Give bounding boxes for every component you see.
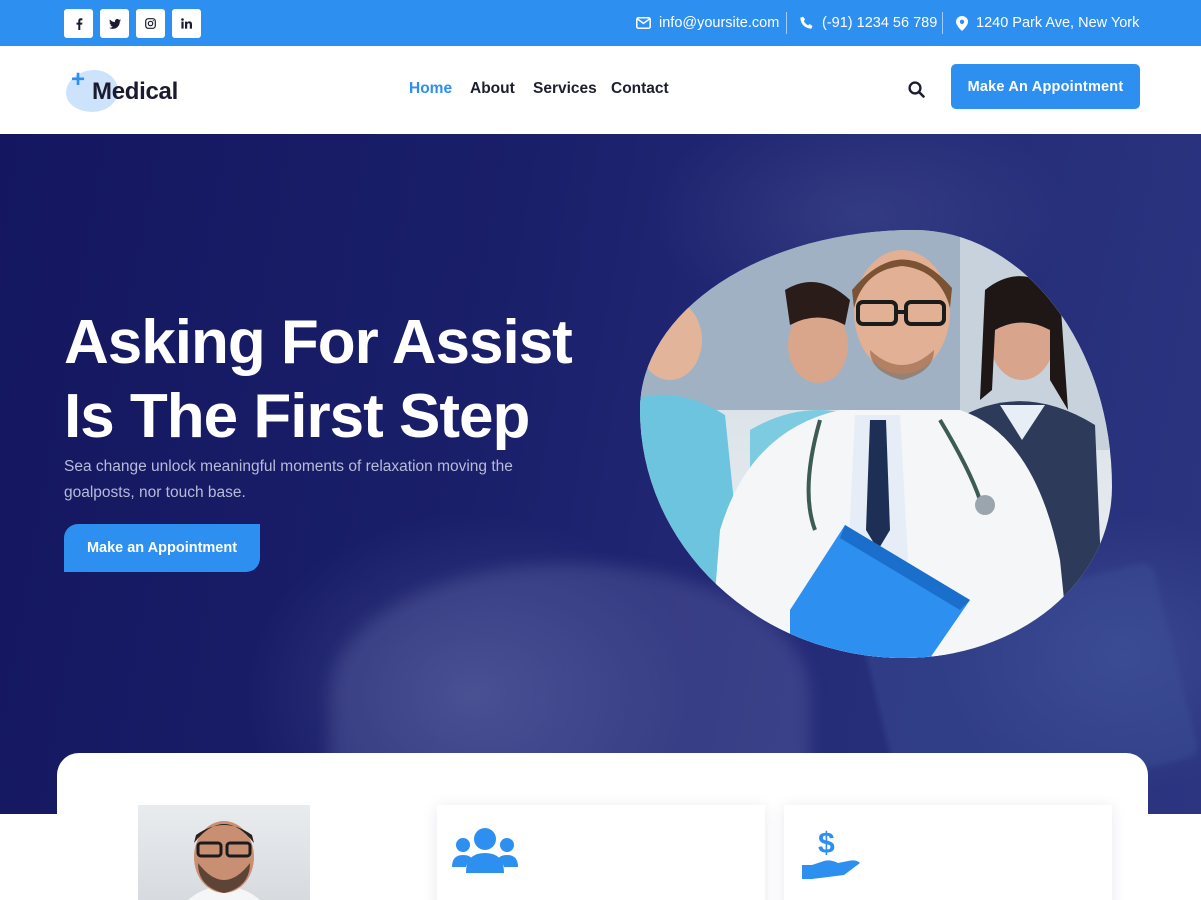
nav-about[interactable]: About xyxy=(470,80,515,98)
phone-contact[interactable]: (-91) 1234 56 789 xyxy=(800,0,937,46)
twitter-icon[interactable] xyxy=(100,9,129,38)
email-icon xyxy=(636,17,651,29)
nav-services[interactable]: Services xyxy=(533,80,597,98)
doctor-portrait xyxy=(138,805,310,900)
nav-contact[interactable]: Contact xyxy=(611,80,669,98)
main-header: + Medical Home About Services Contact Ma… xyxy=(0,46,1201,134)
phone-text: (-91) 1234 56 789 xyxy=(822,15,938,31)
dollar-hand-icon: $ xyxy=(800,825,862,886)
nav-home[interactable]: Home xyxy=(409,80,452,98)
hero-title: Asking For Assist Is The First Step xyxy=(64,306,624,454)
divider xyxy=(942,12,943,34)
address-contact: 1240 Park Ave, New York xyxy=(956,0,1139,46)
make-appointment-button[interactable]: Make An Appointment xyxy=(951,64,1140,109)
site-logo[interactable]: + Medical xyxy=(64,68,189,116)
feature-card[interactable] xyxy=(437,805,765,900)
hero-title-line-1: Asking For Assist xyxy=(64,308,573,377)
logo-text: Medical xyxy=(92,78,178,105)
divider xyxy=(786,12,787,34)
facebook-icon[interactable] xyxy=(64,9,93,38)
team-icon xyxy=(452,827,518,880)
search-icon[interactable] xyxy=(908,81,925,103)
svg-text:$: $ xyxy=(818,827,835,860)
hero-title-line-2: Is The First Step xyxy=(64,382,530,451)
hero-appointment-button[interactable]: Make an Appointment xyxy=(64,524,260,572)
address-text: 1240 Park Ave, New York xyxy=(976,15,1140,31)
phone-icon xyxy=(800,16,813,29)
plus-icon: + xyxy=(71,66,86,93)
location-pin-icon xyxy=(956,15,968,31)
linkedin-icon[interactable] xyxy=(172,9,201,38)
email-contact[interactable]: info@yoursite.com xyxy=(636,0,779,46)
feature-card[interactable]: $ xyxy=(784,805,1112,900)
hero-section: Asking For Assist Is The First Step Sea … xyxy=(0,134,1201,814)
email-text: info@yoursite.com xyxy=(659,15,780,31)
instagram-icon[interactable] xyxy=(136,9,165,38)
top-bar: info@yoursite.com (-91) 1234 56 789 1240… xyxy=(0,0,1201,46)
hero-subtitle: Sea change unlock meaningful moments of … xyxy=(64,458,513,501)
